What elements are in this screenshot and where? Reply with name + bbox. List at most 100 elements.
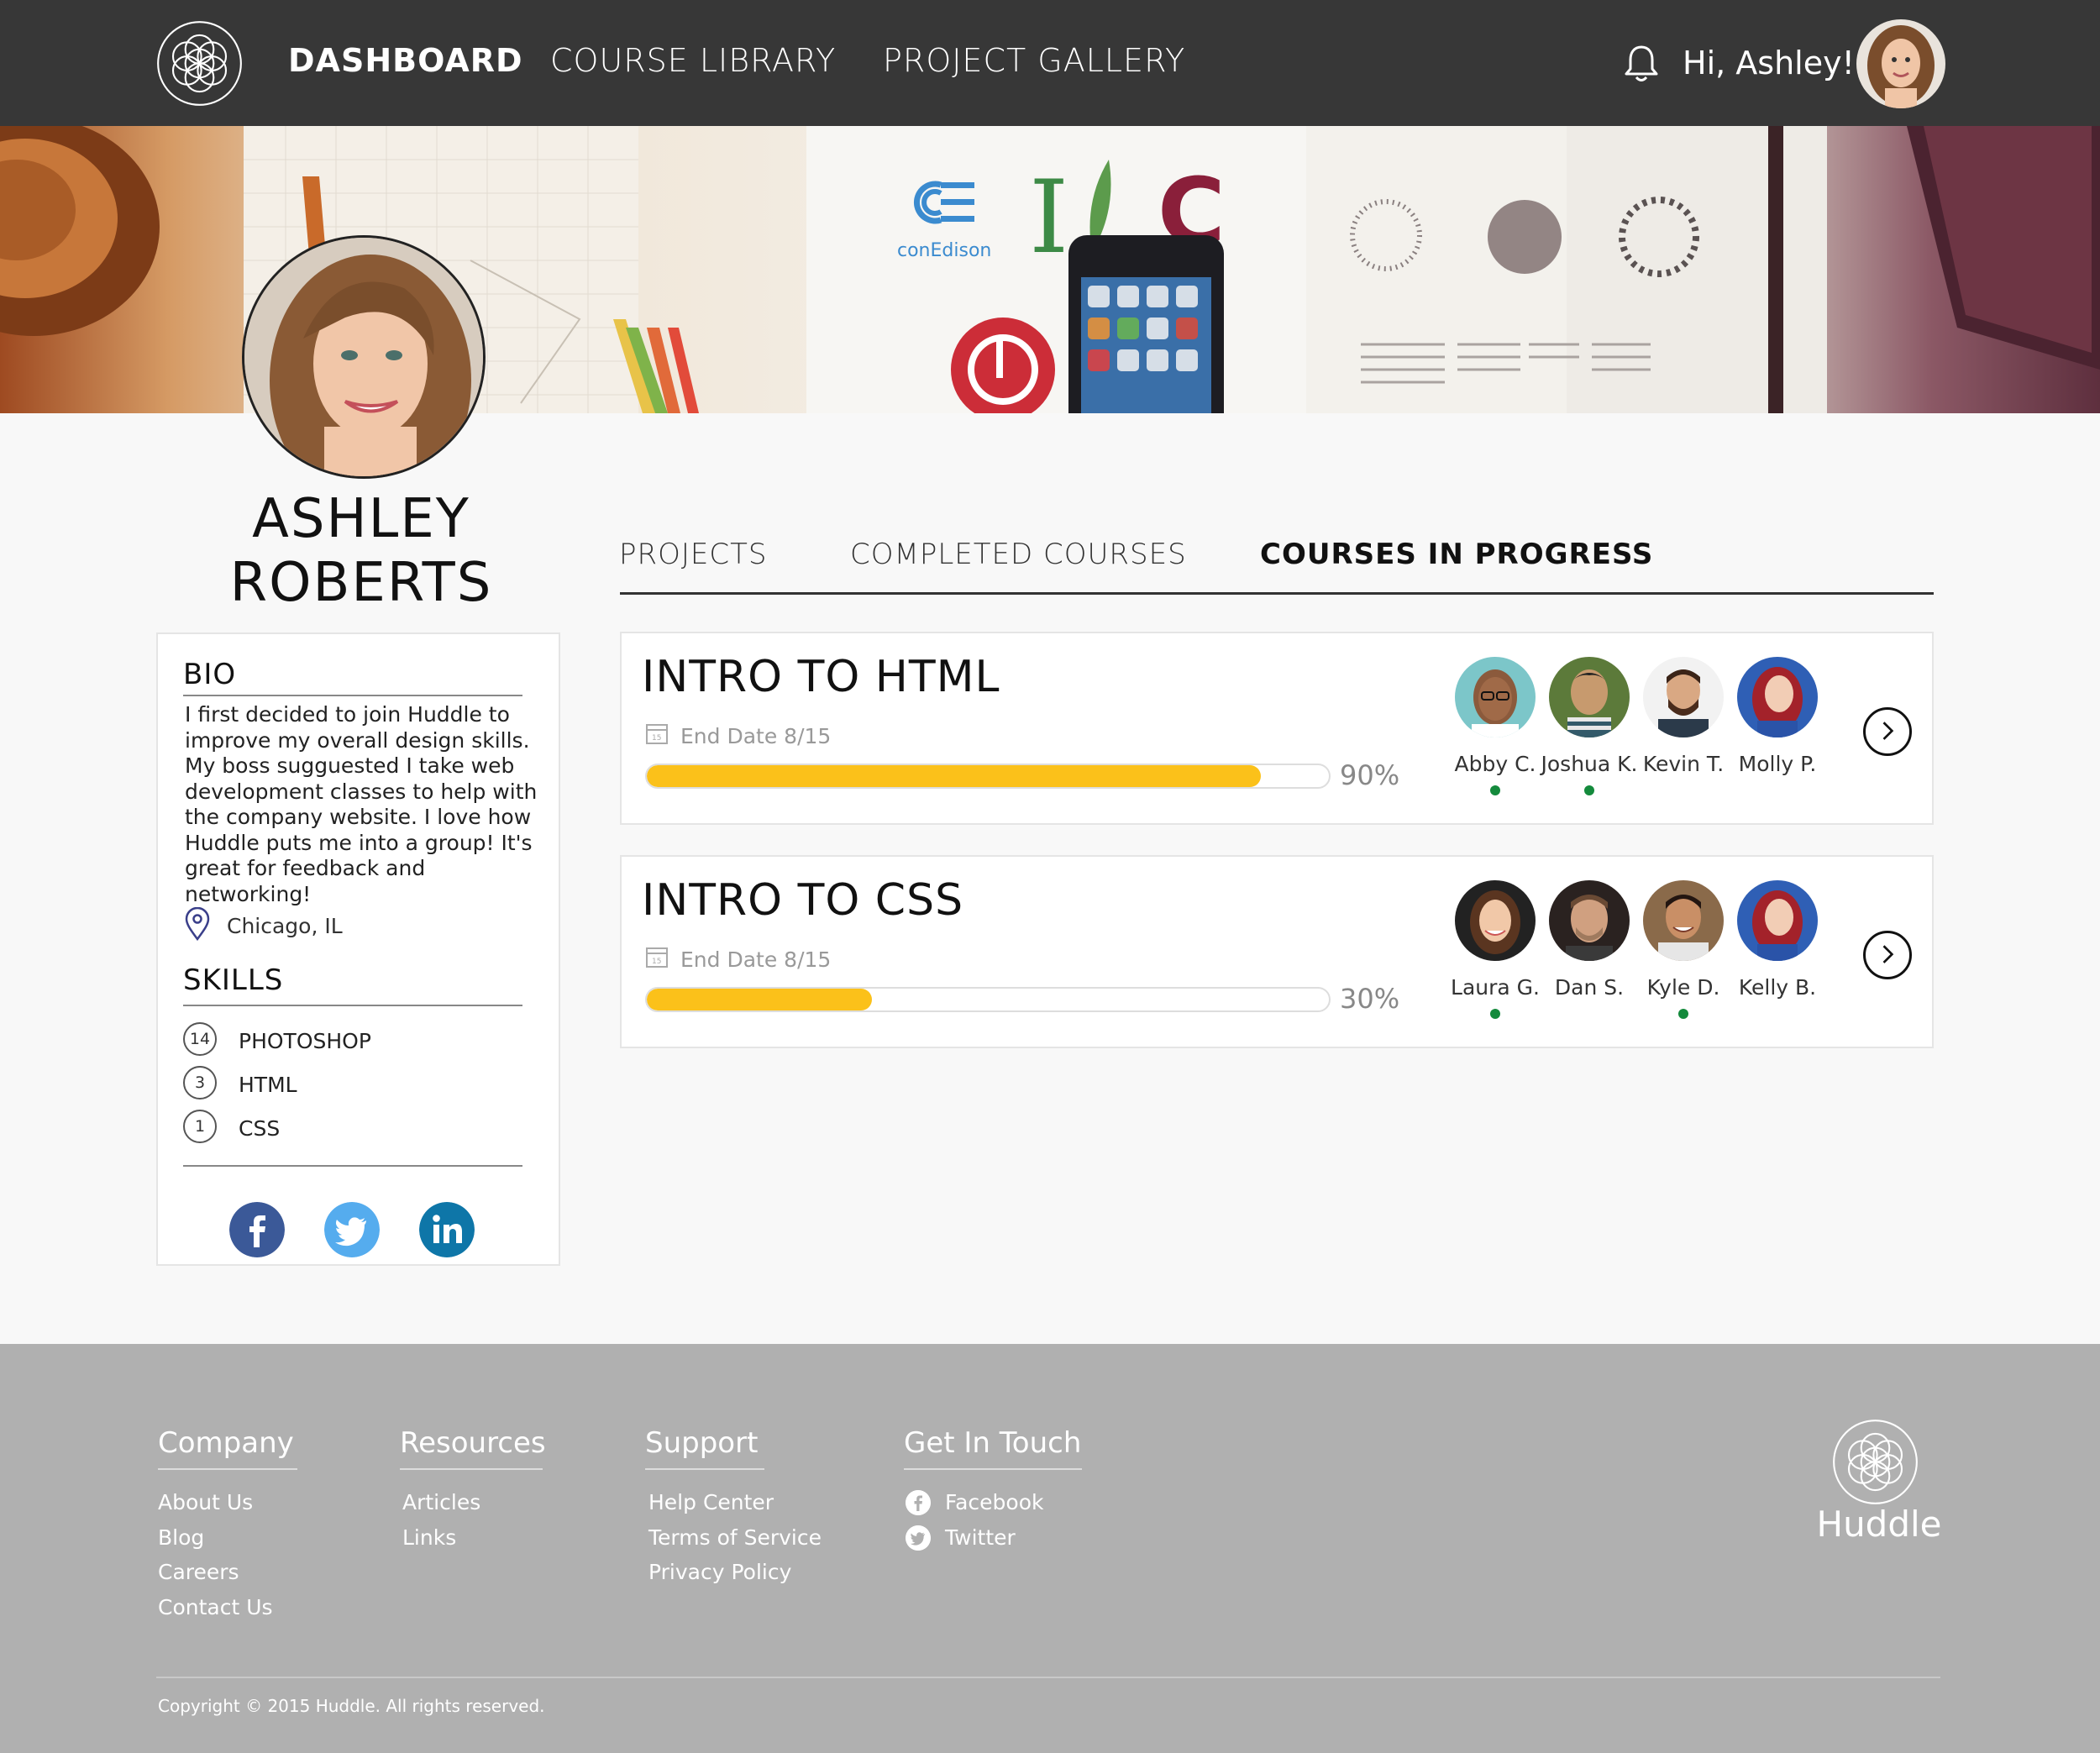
group-member[interactable]: Laura G. bbox=[1445, 880, 1546, 1031]
member-avatar bbox=[1737, 657, 1818, 737]
skill-name: HTML bbox=[239, 1073, 297, 1097]
profile-sidebar: BIO I first decided to join Huddle to im… bbox=[156, 632, 560, 1266]
skill-count-badge: 14 bbox=[183, 1022, 217, 1056]
twitter-icon[interactable] bbox=[324, 1202, 380, 1257]
member-avatar bbox=[1643, 657, 1724, 737]
online-status-dot bbox=[1490, 1009, 1500, 1019]
member-name: Molly P. bbox=[1738, 752, 1817, 776]
footer-link-links[interactable]: Links bbox=[402, 1525, 456, 1550]
conedison-logo-text: conEdison bbox=[897, 240, 991, 261]
footer-link-about-us[interactable]: About Us bbox=[158, 1490, 253, 1514]
course-card[interactable]: INTRO TO HTML 15 End Date 8/15 90% Abby … bbox=[620, 632, 1934, 825]
footer-link-blog[interactable]: Blog bbox=[158, 1525, 204, 1550]
tab-courses-in-progress[interactable]: COURSES IN PROGRESS bbox=[1260, 538, 1653, 571]
course-progress-fill bbox=[647, 989, 872, 1010]
footer-heading-underline bbox=[158, 1468, 297, 1470]
footer-heading-company: Company bbox=[158, 1426, 294, 1460]
skill-name: PHOTOSHOP bbox=[239, 1029, 371, 1053]
profile-last-name: ROBERTS bbox=[229, 552, 493, 614]
footer-heading-underline bbox=[645, 1468, 764, 1470]
linkedin-icon[interactable] bbox=[419, 1202, 475, 1257]
bio-line: development classes to help with bbox=[185, 779, 538, 804]
profile-name: ASHLEY ROBERTS bbox=[160, 487, 563, 615]
facebook-icon bbox=[906, 1490, 931, 1515]
bio-line: Huddle puts me into a group! It's bbox=[185, 830, 533, 855]
nav-dashboard[interactable]: DASHBOARD bbox=[288, 42, 523, 79]
course-progress-bar bbox=[645, 987, 1331, 1012]
skill-item[interactable]: 14 PHOTOSHOP bbox=[183, 1022, 519, 1056]
footer-link-help-center[interactable]: Help Center bbox=[648, 1490, 774, 1514]
copyright-text: Copyright © 2015 Huddle. All rights rese… bbox=[158, 1696, 545, 1716]
location-pin-icon bbox=[185, 907, 210, 941]
twitter-icon bbox=[906, 1525, 931, 1551]
notification-bell-icon[interactable] bbox=[1623, 44, 1660, 84]
footer-link-terms-of-service[interactable]: Terms of Service bbox=[648, 1525, 822, 1550]
course-end-date: End Date 8/15 bbox=[680, 724, 832, 748]
tabs-underline bbox=[620, 592, 1934, 595]
footer-heading-underline bbox=[400, 1468, 543, 1470]
skills-heading: SKILLS bbox=[183, 963, 284, 997]
calendar-icon: 15 bbox=[646, 724, 668, 744]
bio-line: I first decided to join Huddle to bbox=[185, 702, 510, 727]
chevron-right-icon[interactable] bbox=[1863, 931, 1912, 979]
profile-first-name: ASHLEY bbox=[252, 488, 470, 550]
top-nav: DASHBOARD COURSE LIBRARY PROJECT GALLERY… bbox=[0, 0, 2100, 126]
bio-line: My boss sugguested I take web bbox=[185, 753, 515, 778]
group-member[interactable]: Molly P. bbox=[1727, 657, 1828, 808]
nav-course-library[interactable]: COURSE LIBRARY bbox=[550, 42, 836, 79]
skills-divider bbox=[183, 1005, 522, 1006]
course-progress-percent: 90% bbox=[1340, 759, 1400, 791]
skill-count-badge: 3 bbox=[183, 1066, 217, 1100]
skill-name: CSS bbox=[239, 1116, 281, 1141]
bio-divider bbox=[183, 695, 522, 696]
group-member[interactable]: Dan S. bbox=[1539, 880, 1640, 1031]
svg-text:I: I bbox=[1029, 160, 1068, 276]
facebook-icon[interactable] bbox=[229, 1202, 285, 1257]
bio-line: the company website. I love how bbox=[185, 805, 532, 829]
footer-heading-support: Support bbox=[645, 1426, 759, 1460]
calendar-day: 15 bbox=[652, 958, 661, 966]
footer-link-twitter[interactable]: Twitter bbox=[945, 1525, 1016, 1550]
group-member[interactable]: Kelly B. bbox=[1727, 880, 1828, 1031]
huddle-logo-icon[interactable] bbox=[1831, 1418, 1919, 1506]
course-card[interactable]: INTRO TO CSS 15 End Date 8/15 30% Laura … bbox=[620, 855, 1934, 1048]
huddle-logo-icon[interactable] bbox=[155, 19, 244, 108]
footer-link-careers[interactable]: Careers bbox=[158, 1560, 239, 1584]
chevron-right-icon[interactable] bbox=[1863, 707, 1912, 756]
group-member[interactable]: Joshua K. bbox=[1539, 657, 1640, 808]
group-member[interactable]: Kevin T. bbox=[1633, 657, 1734, 808]
bio-text: I first decided to join Huddle to improv… bbox=[185, 702, 546, 907]
footer-divider bbox=[156, 1677, 1940, 1678]
course-end-date: End Date 8/15 bbox=[680, 947, 832, 972]
member-avatar bbox=[1643, 880, 1724, 961]
footer-heading-resources: Resources bbox=[400, 1426, 546, 1460]
member-name: Kelly B. bbox=[1738, 975, 1817, 1000]
course-progress-bar bbox=[645, 764, 1331, 789]
group-member[interactable]: Kyle D. bbox=[1633, 880, 1734, 1031]
tab-completed-courses[interactable]: COMPLETED COURSES bbox=[850, 538, 1187, 571]
group-member[interactable]: Abby C. bbox=[1445, 657, 1546, 808]
user-greeting[interactable]: Hi, Ashley! bbox=[1683, 45, 1855, 81]
user-avatar[interactable] bbox=[1856, 19, 1945, 108]
location-text: Chicago, IL bbox=[227, 914, 343, 938]
skill-item[interactable]: 3 HTML bbox=[183, 1066, 519, 1100]
online-status-dot bbox=[1678, 1009, 1688, 1019]
footer-link-privacy-policy[interactable]: Privacy Policy bbox=[648, 1560, 791, 1584]
member-avatar bbox=[1455, 657, 1536, 737]
calendar-day: 15 bbox=[652, 734, 661, 743]
skill-item[interactable]: 1 CSS bbox=[183, 1110, 519, 1143]
nav-project-gallery[interactable]: PROJECT GALLERY bbox=[883, 42, 1185, 79]
tab-projects[interactable]: PROJECTS bbox=[619, 538, 768, 571]
course-title: INTRO TO CSS bbox=[642, 875, 964, 926]
footer-link-contact-us[interactable]: Contact Us bbox=[158, 1595, 273, 1619]
skill-count-badge: 1 bbox=[183, 1110, 217, 1143]
profile-photo[interactable] bbox=[242, 235, 486, 479]
footer-brand-name: Huddle bbox=[1816, 1504, 1942, 1545]
online-status-dot bbox=[1584, 785, 1594, 795]
bio-line: improve my overall design skills. bbox=[185, 727, 530, 753]
member-avatar bbox=[1737, 880, 1818, 961]
calendar-icon: 15 bbox=[646, 947, 668, 968]
footer-link-articles[interactable]: Articles bbox=[402, 1490, 480, 1514]
footer-link-facebook[interactable]: Facebook bbox=[945, 1490, 1043, 1514]
bio-heading: BIO bbox=[183, 658, 237, 691]
